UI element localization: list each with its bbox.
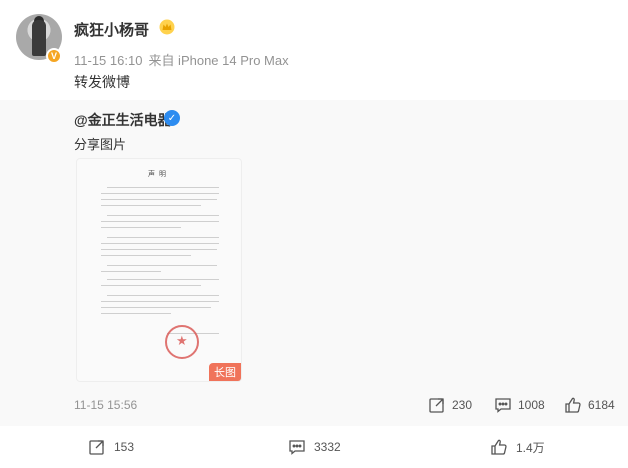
- forward-button[interactable]: 153: [88, 438, 134, 456]
- repost-forward-button[interactable]: 230: [428, 396, 472, 414]
- forward-icon: [89, 440, 104, 455]
- forward-icon: [429, 398, 444, 413]
- post-content: 转发微博: [74, 74, 130, 90]
- like-count: 1.4万: [516, 440, 545, 455]
- original-time[interactable]: 11-15 15:56: [74, 398, 137, 412]
- forward-count: 153: [114, 440, 135, 454]
- original-author[interactable]: @金正生活电器: [74, 110, 172, 130]
- document-title: 声明: [148, 171, 170, 178]
- repost-like-button[interactable]: 6184: [564, 396, 615, 414]
- comment-icon: [289, 440, 305, 455]
- blue-verified-icon: ✓: [164, 110, 180, 126]
- verified-badge-icon: V: [46, 48, 62, 64]
- repost-comment-count: 1008: [518, 398, 545, 412]
- comment-button[interactable]: 3332: [288, 438, 341, 456]
- like-button[interactable]: 1.4万: [490, 438, 545, 456]
- long-image-thumbnail[interactable]: 声明 长图: [76, 158, 242, 382]
- post-time[interactable]: 11-15 16:10: [74, 53, 142, 68]
- comment-count: 3332: [314, 440, 341, 454]
- thumbs-up-icon: [565, 397, 581, 413]
- repost-like-count: 6184: [588, 398, 615, 412]
- post-meta: 11-15 16:10 来自 iPhone 14 Pro Max: [74, 50, 289, 69]
- username[interactable]: 疯狂小杨哥: [74, 19, 149, 40]
- repost-forward-count: 230: [452, 398, 473, 412]
- long-image-tag: 长图: [209, 363, 241, 381]
- comment-icon: [495, 398, 511, 413]
- weibo-post: V 疯狂小杨哥 11-15 16:10 来自 iPhone 14 Pro Max …: [0, 0, 628, 468]
- crown-icon: [159, 19, 175, 35]
- original-text: 分享图片: [74, 137, 127, 152]
- thumbs-up-icon: [491, 439, 507, 455]
- post-source: 来自 iPhone 14 Pro Max: [148, 53, 289, 68]
- red-seal-stamp: [165, 325, 199, 359]
- repost-comment-button[interactable]: 1008: [494, 396, 545, 414]
